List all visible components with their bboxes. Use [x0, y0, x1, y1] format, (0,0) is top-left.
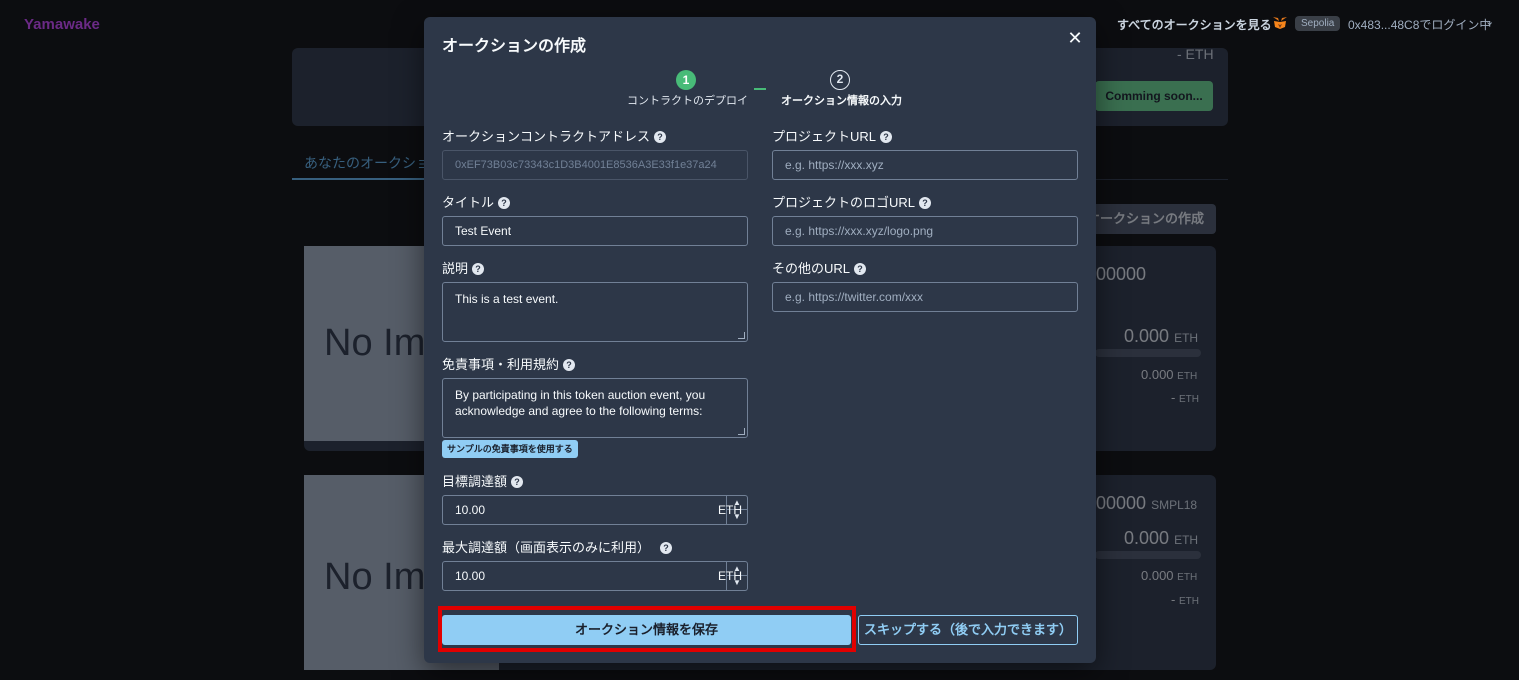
description-label: 説明?: [442, 258, 485, 277]
logo-url-label-text: プロジェクトのロゴURL: [772, 195, 916, 210]
resize-handle-icon[interactable]: [738, 332, 745, 339]
max-amount-unit: ETH: [718, 569, 742, 583]
target-amount-value: 10.00: [455, 503, 486, 517]
other-url-label-text: その他のURL: [772, 261, 851, 276]
max-amount-label-text: 最大調達額（画面表示のみに利用）: [442, 540, 651, 555]
tab-my-auctions[interactable]: あなたのオークション: [292, 150, 428, 180]
description-text: This is a test event.: [455, 292, 559, 306]
card1-raised: 0.000 ETH: [1124, 326, 1198, 347]
target-amount-label: 目標調達額?: [442, 471, 524, 490]
card1-sub1-value: 0.000: [1141, 367, 1174, 382]
card2-sub2-unit: ETH: [1178, 596, 1199, 607]
metamask-fox-icon: [1273, 17, 1287, 29]
card2-sub1-value: 0.000: [1141, 568, 1174, 583]
card1-sub2: - ETH: [1171, 390, 1199, 405]
target-amount-label-text: 目標調達額: [442, 474, 508, 489]
card2-raised-value: 0.000: [1124, 528, 1170, 548]
card2-sub1-unit: ETH: [1177, 572, 1198, 583]
help-icon[interactable]: ?: [660, 542, 673, 554]
card2-sub2: - ETH: [1171, 592, 1199, 607]
step-1-check: 1: [676, 70, 696, 90]
help-icon[interactable]: ?: [472, 263, 485, 275]
help-icon[interactable]: ?: [498, 197, 511, 209]
project-url-input[interactable]: e.g. https://xxx.xyz: [772, 150, 1078, 180]
card2-raised-unit: ETH: [1174, 533, 1199, 547]
card1-progress-bar: [1095, 349, 1201, 357]
save-auction-info-button[interactable]: オークション情報を保存: [442, 615, 851, 645]
card1-total: 00000: [1096, 264, 1146, 285]
description-textarea[interactable]: This is a test event.: [442, 282, 748, 342]
help-icon[interactable]: ?: [854, 263, 867, 275]
help-icon[interactable]: ?: [511, 476, 524, 488]
help-icon[interactable]: ?: [919, 197, 932, 209]
project-url-label-text: プロジェクトURL: [772, 129, 877, 144]
title-input[interactable]: Test Event: [442, 216, 748, 246]
summary-eth: - ETH: [1177, 46, 1214, 62]
step-connector: [754, 88, 766, 90]
step-enter-info: 2 オークション情報の入力: [781, 70, 902, 108]
step-2-label: オークション情報の入力: [781, 95, 902, 107]
card2-sub2-value: -: [1171, 592, 1176, 607]
terms-text: By participating in this token auction e…: [455, 388, 706, 418]
step-deploy-contract: 1 コントラクトのデプロイ: [627, 70, 748, 108]
help-icon[interactable]: ?: [880, 131, 893, 143]
card1-sub2-unit: ETH: [1178, 394, 1199, 405]
title-label: タイトル?: [442, 192, 511, 211]
app-logo[interactable]: Yamawake: [24, 16, 100, 33]
contract-address-field: 0xEF73B03c73343c1D3B4001E8536A3E33f1e37a…: [442, 150, 748, 180]
terms-label-text: 免責事項・利用規約: [442, 357, 560, 372]
other-url-input[interactable]: e.g. https://twitter.com/xxx: [772, 282, 1078, 312]
resize-handle-icon[interactable]: [738, 428, 745, 435]
terms-textarea[interactable]: By participating in this token auction e…: [442, 378, 748, 438]
create-auction-modal: オークションの作成 ✕ 1 コントラクトのデプロイ 2 オークション情報の入力 …: [424, 17, 1096, 663]
step-1-label: コントラクトのデプロイ: [627, 95, 748, 107]
account-menu[interactable]: 0x483...48C8でログイン中: [1348, 16, 1491, 33]
chevron-down-icon[interactable]: ⌄: [1485, 15, 1494, 28]
card2-progress-bar: [1095, 551, 1201, 559]
card1-total-value: 00000: [1096, 264, 1147, 284]
target-amount-input[interactable]: 10.00 ▲ ▼: [442, 495, 748, 525]
coming-soon-button[interactable]: Comming soon...: [1095, 81, 1213, 111]
card1-raised-value: 0.000: [1124, 326, 1170, 346]
card2-total-unit: SMPL18: [1151, 498, 1198, 512]
card2-total: 00000 SMPL18: [1096, 493, 1197, 514]
card1-sub1-unit: ETH: [1177, 371, 1198, 382]
other-url-label: その他のURL?: [772, 258, 867, 277]
card2-total-value: 00000: [1096, 493, 1147, 513]
description-label-text: 説明: [442, 261, 469, 276]
network-badge: Sepolia: [1295, 16, 1341, 31]
card1-raised-unit: ETH: [1174, 331, 1199, 345]
logo-url-label: プロジェクトのロゴURL?: [772, 192, 932, 211]
card1-sub2-value: -: [1171, 390, 1176, 405]
all-auctions-link[interactable]: すべてのオークションを見る: [1117, 16, 1272, 33]
terms-label: 免責事項・利用規約?: [442, 354, 576, 373]
card2-sub1: 0.000 ETH: [1141, 568, 1197, 583]
modal-title: オークションの作成: [442, 38, 587, 55]
close-icon[interactable]: ✕: [1064, 27, 1086, 49]
skip-button[interactable]: スキップする（後で入力できます）: [858, 615, 1078, 645]
project-url-label: プロジェクトURL?: [772, 126, 893, 145]
title-label-text: タイトル: [442, 195, 495, 210]
max-amount-value: 10.00: [455, 569, 486, 583]
step-2-number: 2: [830, 70, 850, 90]
target-amount-unit: ETH: [718, 503, 742, 517]
help-icon[interactable]: ?: [563, 359, 576, 371]
create-auction-button[interactable]: オークションの作成: [1080, 204, 1216, 234]
contract-address-label-text: オークションコントラクトアドレス: [442, 129, 651, 144]
use-sample-terms-button[interactable]: サンプルの免責事項を使用する: [442, 440, 578, 458]
help-icon[interactable]: ?: [654, 131, 667, 143]
max-amount-label: 最大調達額（画面表示のみに利用）?: [442, 537, 673, 556]
max-amount-input[interactable]: 10.00 ▲ ▼: [442, 561, 748, 591]
card1-sub1: 0.000 ETH: [1141, 367, 1197, 382]
card2-raised: 0.000 ETH: [1124, 528, 1198, 549]
contract-address-label: オークションコントラクトアドレス?: [442, 126, 667, 145]
logo-url-input[interactable]: e.g. https://xxx.xyz/logo.png: [772, 216, 1078, 246]
